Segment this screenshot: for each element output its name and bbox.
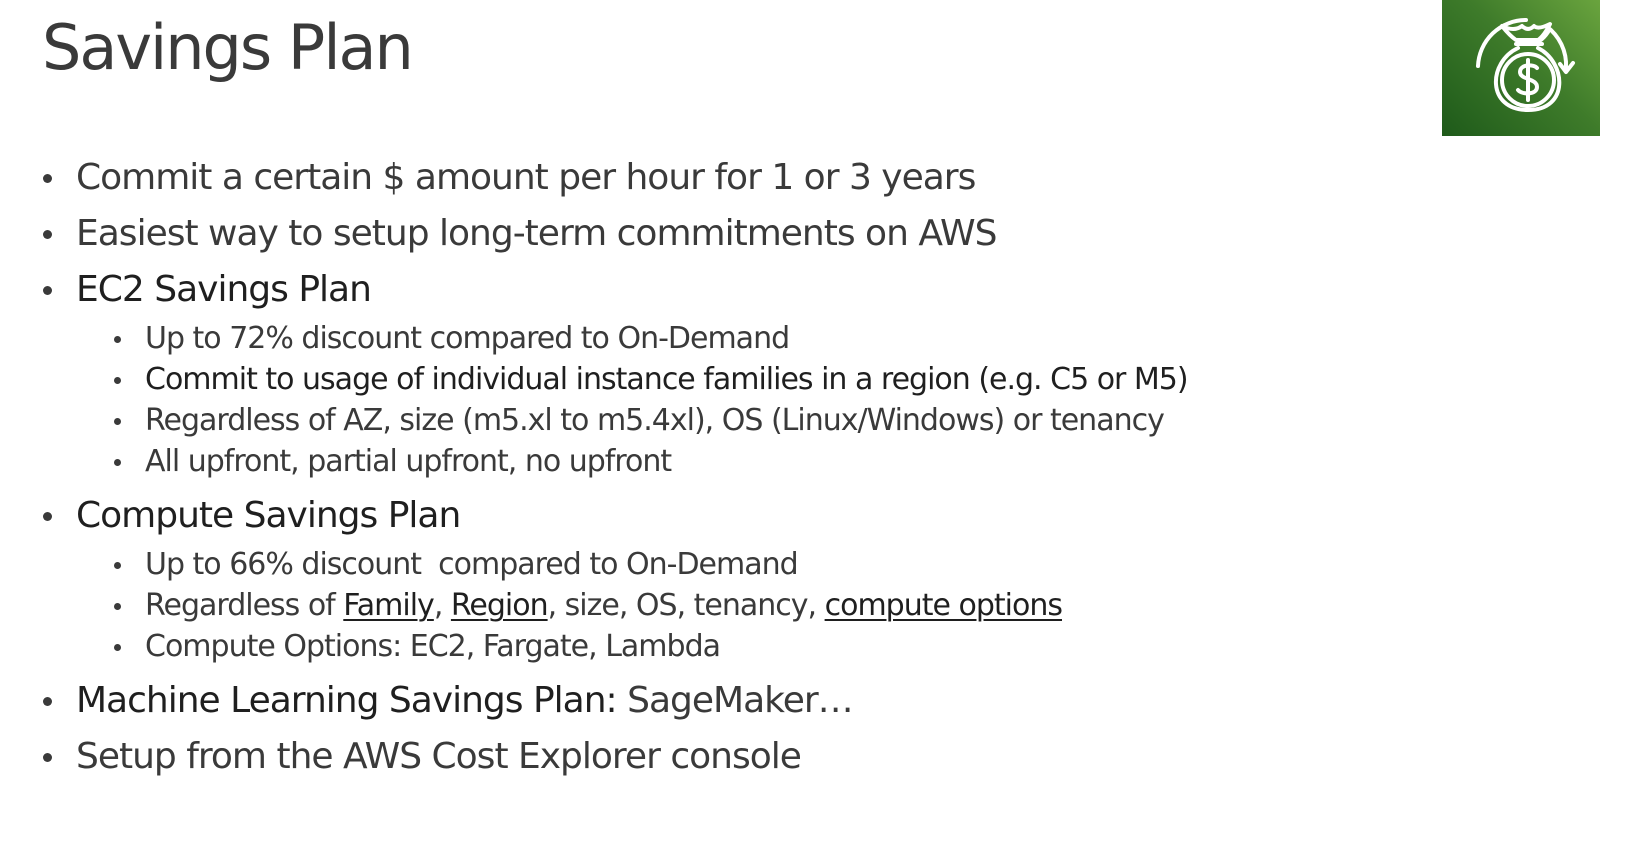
bullet-commit-text: Commit a certain $ amount per hour for 1…	[76, 157, 976, 198]
money-bag-icon	[1476, 17, 1575, 112]
sub-bullet-marker	[114, 562, 121, 569]
bullet-easiest: Easiest way to setup long-term commitmen…	[0, 206, 1420, 262]
ml-savings-plan-value: SageMaker…	[616, 680, 854, 721]
slide-title: Savings Plan	[42, 11, 414, 84]
bullet-marker	[43, 753, 52, 762]
ec2-sub-item: Regardless of AZ, size (m5.xl to m5.4xl)…	[0, 400, 1420, 441]
bullet-ml-savings-plan: Machine Learning Savings Plan: SageMaker…	[0, 673, 1420, 729]
region-term: Region	[450, 588, 549, 623]
compute-sub-item: Regardless of Family, Region, size, OS, …	[0, 585, 1420, 626]
ec2-regardless-text: Regardless of AZ, size (m5.xl to m5.4xl)…	[145, 403, 1165, 438]
bullet-easiest-text: Easiest way to setup long-term commitmen…	[76, 213, 997, 254]
bullet-marker	[43, 512, 52, 521]
compute-regardless-comma: ,	[433, 588, 451, 623]
bullet-list: Commit a certain $ amount per hour for 1…	[0, 150, 1420, 785]
compute-savings-plan-title: Compute Savings Plan	[76, 495, 461, 536]
ec2-sub-item: Up to 72% discount compared to On-Demand	[0, 318, 1420, 359]
ml-savings-plan-label: Machine Learning Savings Plan:	[76, 680, 618, 721]
compute-regardless-prefix: Regardless of	[145, 588, 344, 623]
sub-bullet-marker	[114, 418, 121, 425]
bullet-setup-text: Setup from the AWS Cost Explorer console	[76, 736, 802, 777]
compute-sub-item: Up to 66% discount compared to On-Demand	[0, 544, 1420, 585]
family-term: Family	[343, 588, 435, 623]
sub-bullet-marker	[114, 336, 121, 343]
ec2-savings-plan-title: EC2 Savings Plan	[76, 269, 372, 310]
bullet-compute-savings-plan: Compute Savings Plan	[0, 488, 1420, 544]
compute-sub-item: Compute Options: EC2, Fargate, Lambda	[0, 626, 1420, 667]
ec2-sub-item: Commit to usage of individual instance f…	[0, 359, 1420, 400]
compute-regardless-middle: , size, OS, tenancy,	[547, 588, 825, 623]
compute-options-text: Compute Options: EC2, Fargate, Lambda	[145, 629, 721, 664]
sub-bullet-marker	[114, 459, 121, 466]
sub-bullet-marker	[114, 644, 121, 651]
bullet-commit: Commit a certain $ amount per hour for 1…	[0, 150, 1420, 206]
compute-discount-text: Up to 66% discount compared to On-Demand	[145, 547, 799, 582]
ec2-commit-text: Commit to usage of individual instance f…	[145, 362, 1189, 397]
bullet-ec2-savings-plan: EC2 Savings Plan	[0, 262, 1420, 318]
bullet-marker	[43, 286, 52, 295]
sub-bullet-marker	[114, 377, 121, 384]
ec2-discount-text: Up to 72% discount compared to On-Demand	[145, 321, 790, 356]
ec2-upfront-text: All upfront, partial upfront, no upfront	[145, 444, 672, 479]
sub-bullet-marker	[114, 603, 121, 610]
savings-plan-logo	[1442, 0, 1600, 136]
bullet-setup: Setup from the AWS Cost Explorer console	[0, 729, 1420, 785]
bullet-marker	[43, 697, 52, 706]
bullet-marker	[43, 230, 52, 239]
ec2-sub-item: All upfront, partial upfront, no upfront	[0, 441, 1420, 482]
bullet-marker	[43, 174, 52, 183]
compute-options-term: compute options	[824, 588, 1063, 623]
